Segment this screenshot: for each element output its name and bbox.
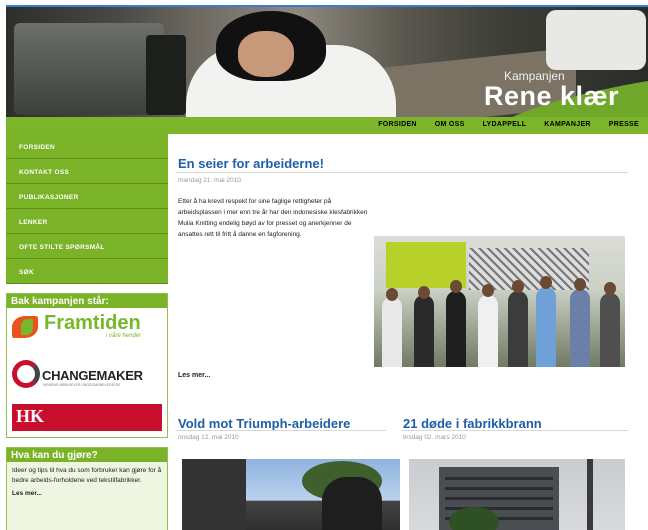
article-title-link[interactable]: 21 døde i fabrikkbrann [403, 416, 542, 431]
page: Kampanjen Rene klær FORSIDEN OM OSS LYDA… [0, 0, 648, 530]
what-can-you-do-text: Ideer og tips til hva du som forbruker k… [12, 467, 162, 484]
topnav-item-om-oss[interactable]: OM OSS [426, 117, 474, 134]
article-title-link[interactable]: En seier for arbeiderne! [178, 156, 324, 171]
second-worker-image [546, 10, 646, 70]
photo-building [182, 459, 246, 530]
photo-head [574, 278, 586, 291]
photo-head [512, 280, 524, 293]
what-can-you-do-read-more-link[interactable]: Les mer... [7, 486, 167, 501]
sidebar-item-publikasjoner[interactable]: PUBLIKASJONER [6, 184, 168, 209]
article-date: tirsdag 02. mars 2010 [403, 434, 466, 441]
photo-head [604, 282, 616, 295]
sewing-machine-part-image [146, 35, 186, 115]
supporters-heading: Bak kampanjen står: [7, 294, 167, 308]
photo-tree [449, 507, 499, 530]
article-photo[interactable] [374, 236, 625, 367]
framtiden-logo-link[interactable]: Framtiden i våre hender [12, 312, 164, 340]
photo-head [450, 280, 462, 293]
sidebar-item-forsiden[interactable]: FORSIDEN [6, 134, 168, 159]
article-divider [402, 430, 628, 431]
changemaker-ring-icon [12, 360, 40, 388]
photo-pole [587, 459, 593, 530]
sewing-machine-image [14, 23, 164, 115]
topnav-item-kampanjer[interactable]: KAMPANJER [535, 117, 600, 134]
sidebar-item-faq[interactable]: OFTE STILTE SPØRSMÅL [6, 234, 168, 259]
article-date: mandag 21. mai 2010 [178, 177, 241, 184]
hk-logo-link[interactable]: HK [12, 404, 162, 431]
framtiden-logo-word: Framtiden [44, 312, 141, 334]
topnav-item-lydappell[interactable]: LYDAPPELL [474, 117, 536, 134]
sidebar-item-sok[interactable]: SØK [6, 259, 168, 284]
changemaker-logo-subtitle: KIRKENS NØDHJELPS UNGDOMSBEVEGELSE [43, 383, 121, 387]
article-divider [176, 172, 628, 173]
photo-person [508, 291, 528, 367]
building-window-row [445, 487, 553, 490]
article-title-link[interactable]: Vold mot Triumph-arbeidere [178, 416, 350, 431]
photo-head [386, 288, 398, 301]
topnav-item-forsiden[interactable]: FORSIDEN [369, 117, 426, 134]
sidebar: FORSIDEN KONTAKT OSS PUBLIKASJONER LENKE… [6, 134, 168, 530]
photo-person [446, 291, 466, 367]
article-photo[interactable] [409, 459, 625, 530]
photo-person [536, 287, 556, 367]
photo-head [540, 276, 552, 289]
worker-face-image [238, 31, 294, 77]
photo-person [382, 297, 402, 367]
sidebar-item-kontakt-oss[interactable]: KONTAKT OSS [6, 159, 168, 184]
top-navigation: FORSIDEN OM OSS LYDAPPELL KAMPANJER PRES… [6, 117, 648, 134]
changemaker-logo-word: CHANGEMAKER [42, 368, 143, 383]
header-banner: Kampanjen Rene klær [6, 5, 648, 117]
photo-person [600, 293, 620, 367]
hk-logo-word: HK [16, 406, 45, 426]
changemaker-logo-link[interactable]: CHANGEMAKER KIRKENS NØDHJELPS UNGDOMSBEV… [12, 360, 164, 390]
photo-head [418, 286, 430, 299]
banner-title: Rene klær [484, 81, 620, 111]
sidebar-item-lenker[interactable]: LENKER [6, 209, 168, 234]
article-photo[interactable] [182, 459, 400, 530]
photo-person [414, 295, 434, 367]
building-window-row [445, 497, 553, 500]
topnav-item-presse[interactable]: PRESSE [600, 117, 648, 134]
photo-person [322, 477, 382, 530]
photo-person [570, 289, 590, 367]
framtiden-logo-tagline: i våre hender [106, 333, 142, 339]
supporters-box: Bak kampanjen står: Framtiden i våre hen… [6, 293, 168, 438]
photo-person [478, 295, 498, 367]
article-date: onsdag 12. mai 2010 [178, 434, 239, 441]
building-window-row [445, 477, 553, 480]
photo-head [482, 284, 494, 297]
sidebar-navigation: FORSIDEN KONTAKT OSS PUBLIKASJONER LENKE… [6, 134, 168, 284]
article-body: Etter å ha krevd respekt for sine faglig… [178, 198, 368, 238]
framtiden-leaf-inner-icon [21, 319, 33, 335]
banner-top-line [6, 5, 648, 7]
main-content: En seier for arbeiderne! mandag 21. mai … [176, 134, 648, 530]
what-can-you-do-heading: Hva kan du gjøre? [7, 448, 167, 462]
article-divider [176, 430, 386, 431]
what-can-you-do-box: Hva kan du gjøre? Ideer og tips til hva … [6, 447, 168, 530]
read-more-link[interactable]: Les mer... [178, 372, 210, 379]
